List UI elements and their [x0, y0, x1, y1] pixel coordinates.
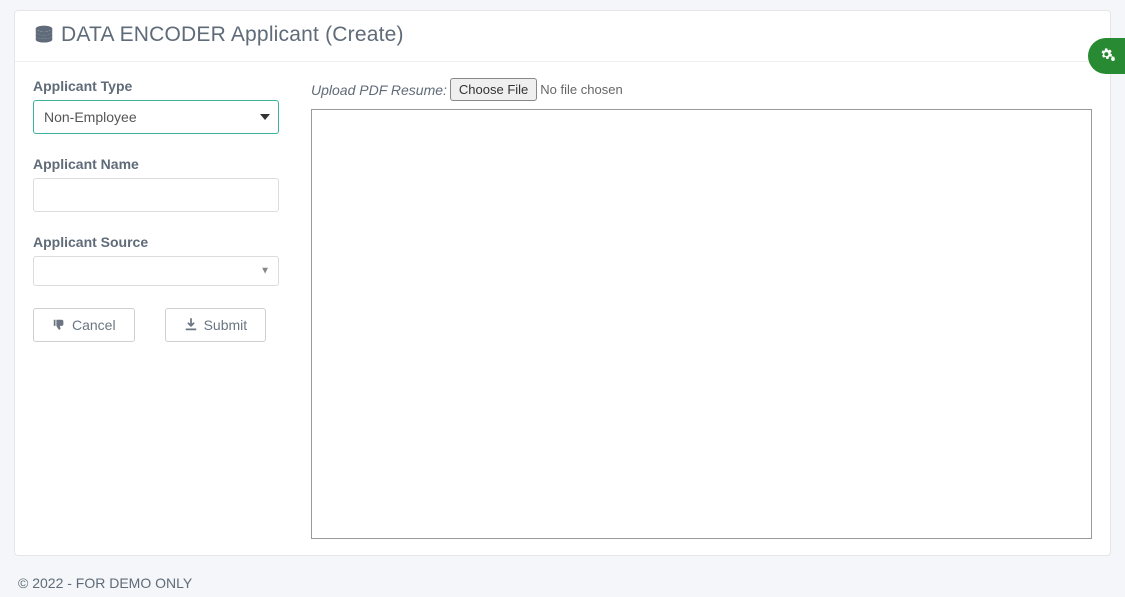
settings-fab[interactable] — [1088, 38, 1125, 74]
form-column: Applicant Type Non-Employee Applicant Na… — [33, 78, 279, 539]
applicant-type-select[interactable]: Non-Employee — [33, 100, 279, 134]
main-panel: DATA ENCODER Applicant (Create) Applican… — [14, 10, 1111, 556]
pdf-preview-area — [311, 109, 1092, 539]
applicant-source-group: Applicant Source ▼ — [33, 234, 279, 286]
applicant-type-label: Applicant Type — [33, 78, 279, 94]
applicant-source-select[interactable]: ▼ — [33, 256, 279, 286]
panel-body: Applicant Type Non-Employee Applicant Na… — [15, 62, 1110, 555]
upload-label: Upload PDF Resume: — [311, 82, 447, 98]
thumbs-down-icon — [52, 318, 66, 332]
cancel-button-label: Cancel — [72, 317, 116, 333]
footer-text: © 2022 - FOR DEMO ONLY — [18, 575, 192, 591]
gears-icon — [1098, 45, 1118, 68]
applicant-source-label: Applicant Source — [33, 234, 279, 250]
form-button-row: Cancel Submit — [33, 308, 279, 342]
choose-file-button[interactable]: Choose File — [450, 78, 537, 101]
applicant-type-group: Applicant Type Non-Employee — [33, 78, 279, 134]
database-icon — [33, 24, 55, 46]
applicant-name-input[interactable] — [33, 178, 279, 212]
upload-row: Upload PDF Resume: Choose File No file c… — [311, 78, 1092, 101]
applicant-name-label: Applicant Name — [33, 156, 279, 172]
download-icon — [184, 318, 198, 332]
panel-header: DATA ENCODER Applicant (Create) — [15, 11, 1110, 62]
submit-button[interactable]: Submit — [165, 308, 267, 342]
applicant-name-group: Applicant Name — [33, 156, 279, 212]
submit-button-label: Submit — [204, 317, 248, 333]
upload-column: Upload PDF Resume: Choose File No file c… — [311, 78, 1092, 539]
chevron-down-icon: ▼ — [260, 266, 270, 277]
page-title: DATA ENCODER Applicant (Create) — [61, 23, 404, 47]
cancel-button[interactable]: Cancel — [33, 308, 135, 342]
file-status-text: No file chosen — [540, 82, 622, 97]
